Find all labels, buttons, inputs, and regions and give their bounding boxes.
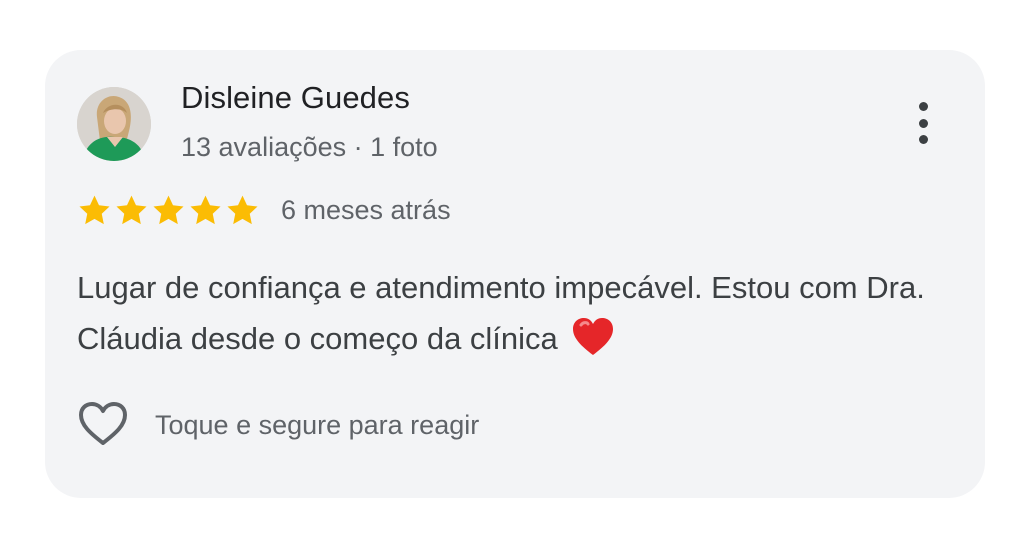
review-card: Disleine Guedes 13 avaliações · 1 foto 6… [45,50,985,498]
avatar-photo [77,87,151,161]
react-button[interactable] [77,400,129,448]
author-meta: 13 avaliações · 1 foto [181,132,438,162]
avatar[interactable] [77,87,151,161]
star-icon [190,195,221,224]
more-vert-icon-dot [918,118,928,128]
react-hint-label: Toque e segure para reagir [155,410,480,440]
more-options-button[interactable] [905,98,941,148]
more-vert-icon-dot [918,135,928,144]
star-icon [227,195,258,224]
star-icon [153,195,184,224]
author-name[interactable]: Disleine Guedes [181,80,410,116]
heart-outline-icon [79,402,127,445]
star-icon [79,195,110,224]
star-rating [77,193,260,228]
red-heart-emoji-icon [573,318,614,355]
review-text: Lugar de confiança e atendimento impecáv… [77,262,957,364]
review-body: Lugar de confiança e atendimento impecáv… [77,270,925,356]
rating-row: 6 meses atrás [77,190,451,230]
review-time: 6 meses atrás [281,194,451,225]
star-icon [116,195,147,224]
more-vert-icon-dot [918,102,928,111]
